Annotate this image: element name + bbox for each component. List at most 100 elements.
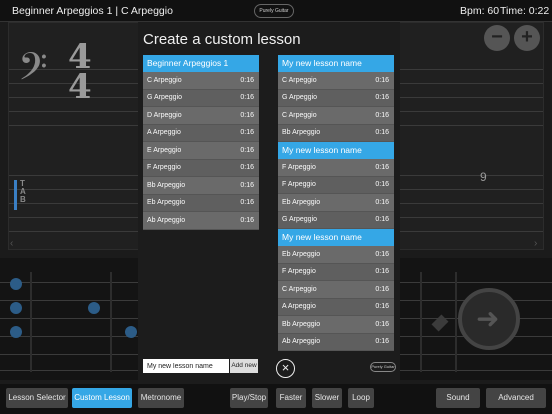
- custom-lesson-row[interactable]: F Arpeggio 0:16: [278, 159, 394, 177]
- custom-lesson-header[interactable]: My new lesson name: [278, 55, 394, 72]
- lesson-title: Beginner Arpeggios 1 | C Arpeggio: [12, 5, 173, 17]
- row-duration: 0:16: [240, 111, 254, 119]
- note-dot: [10, 302, 22, 314]
- lesson-selector-button[interactable]: Lesson Selector: [6, 388, 68, 408]
- row-duration: 0:16: [375, 320, 389, 328]
- row-duration: 0:16: [240, 129, 254, 137]
- custom-lesson-row[interactable]: Eb Arpeggio 0:16: [278, 194, 394, 212]
- time-readout: Time: 0:22: [500, 5, 550, 17]
- custom-lesson-row[interactable]: F Arpeggio 0:16: [278, 263, 394, 281]
- custom-lesson-row[interactable]: Bb Arpeggio 0:16: [278, 124, 394, 142]
- row-title: Ab Arpeggio: [147, 216, 186, 224]
- row-duration: 0:16: [375, 181, 389, 189]
- advanced-button[interactable]: Advanced: [486, 388, 546, 408]
- source-list-header: Beginner Arpeggios 1: [143, 55, 259, 72]
- row-duration: 0:16: [240, 146, 254, 154]
- source-lesson-row[interactable]: E Arpeggio 0:16: [143, 142, 259, 160]
- custom-lesson-row[interactable]: Eb Arpeggio 0:16: [278, 246, 394, 264]
- custom-lesson-row[interactable]: G Arpeggio 0:16: [278, 211, 394, 229]
- row-duration: 0:16: [375, 94, 389, 102]
- note-dot: [88, 302, 100, 314]
- time-signature: 4 4: [68, 40, 92, 107]
- row-title: D Arpeggio: [147, 111, 182, 119]
- top-bar: Beginner Arpeggios 1 | C Arpeggio Purely…: [0, 0, 552, 22]
- row-title: Bb Arpeggio: [147, 181, 186, 189]
- sound-button[interactable]: Sound: [436, 388, 480, 408]
- row-title: Bb Arpeggio: [282, 129, 321, 137]
- custom-lesson-row[interactable]: C Arpeggio 0:16: [278, 281, 394, 299]
- time-signature-bottom: 4: [68, 67, 92, 107]
- row-title: Bb Arpeggio: [282, 320, 321, 328]
- zoom-in-button[interactable]: +: [514, 25, 540, 51]
- scroll-left-icon[interactable]: ‹: [10, 238, 13, 249]
- faster-button[interactable]: Faster: [276, 388, 306, 408]
- play-stop-button[interactable]: Play/Stop: [230, 388, 268, 408]
- row-title: F Arpeggio: [282, 268, 316, 276]
- row-title: Ab Arpeggio: [282, 338, 321, 346]
- custom-lesson-row[interactable]: Ab Arpeggio 0:16: [278, 333, 394, 351]
- fret: [110, 272, 112, 372]
- row-duration: 0:16: [240, 216, 254, 224]
- tab-label: T A B: [20, 179, 26, 204]
- bass-clef-icon: 𝄢: [18, 44, 48, 98]
- row-title: F Arpeggio: [282, 181, 316, 189]
- row-duration: 0:16: [240, 94, 254, 102]
- source-lesson-list: Beginner Arpeggios 1 C Arpeggio 0:16 G Arp…: [143, 55, 259, 230]
- source-lesson-row[interactable]: F Arpeggio 0:16: [143, 159, 259, 177]
- row-title: C Arpeggio: [282, 111, 317, 119]
- close-icon[interactable]: ×: [276, 359, 295, 378]
- custom-lesson-row[interactable]: A Arpeggio 0:16: [278, 298, 394, 316]
- new-lesson-name-input[interactable]: [143, 359, 229, 373]
- note-dot: [125, 326, 137, 338]
- row-title: G Arpeggio: [282, 216, 318, 224]
- row-duration: 0:16: [240, 199, 254, 207]
- fret: [420, 272, 422, 372]
- add-new-button[interactable]: Add new: [230, 359, 258, 373]
- row-title: E Arpeggio: [147, 146, 182, 154]
- custom-lesson-row[interactable]: Bb Arpeggio 0:16: [278, 316, 394, 334]
- custom-lesson-header[interactable]: My new lesson name: [278, 229, 394, 246]
- custom-lesson-row[interactable]: G Arpeggio 0:16: [278, 89, 394, 107]
- row-duration: 0:16: [375, 303, 389, 311]
- row-duration: 0:16: [375, 285, 389, 293]
- custom-lesson-row[interactable]: C Arpeggio 0:16: [278, 72, 394, 90]
- slower-button[interactable]: Slower: [312, 388, 342, 408]
- row-duration: 0:16: [240, 76, 254, 84]
- fret: [30, 272, 32, 372]
- source-lesson-row[interactable]: Ab Arpeggio 0:16: [143, 212, 259, 230]
- row-duration: 0:16: [375, 163, 389, 171]
- source-lesson-row[interactable]: Eb Arpeggio 0:16: [143, 194, 259, 212]
- row-title: F Arpeggio: [282, 163, 316, 171]
- source-lesson-row[interactable]: Bb Arpeggio 0:16: [143, 177, 259, 195]
- tab-fret-number: 9: [480, 170, 487, 184]
- modal-title: Create a custom lesson: [143, 31, 301, 48]
- custom-lesson-list: My new lesson name C Arpeggio 0:16 G Arpegg…: [278, 55, 394, 351]
- custom-lesson-row[interactable]: C Arpeggio 0:16: [278, 107, 394, 125]
- row-duration: 0:16: [375, 338, 389, 346]
- row-duration: 0:16: [240, 164, 254, 172]
- row-title: A Arpeggio: [282, 303, 316, 311]
- custom-lesson-header[interactable]: My new lesson name: [278, 142, 394, 159]
- row-duration: 0:16: [375, 129, 389, 137]
- row-title: Eb Arpeggio: [282, 198, 321, 206]
- source-lesson-row[interactable]: D Arpeggio 0:16: [143, 107, 259, 125]
- bpm-readout: Bpm: 60: [460, 5, 500, 17]
- source-lesson-row[interactable]: A Arpeggio 0:16: [143, 124, 259, 142]
- scroll-right-icon[interactable]: ›: [534, 238, 537, 249]
- custom-lesson-row[interactable]: F Arpeggio 0:16: [278, 176, 394, 194]
- play-overlay-icon[interactable]: ➜: [458, 288, 520, 350]
- note-dot: [10, 326, 22, 338]
- row-duration: 0:16: [375, 268, 389, 276]
- metronome-button[interactable]: Metronome: [138, 388, 184, 408]
- source-lesson-row[interactable]: G Arpeggio 0:16: [143, 89, 259, 107]
- loop-button[interactable]: Loop: [348, 388, 374, 408]
- zoom-out-button[interactable]: −: [484, 25, 510, 51]
- custom-lesson-button[interactable]: Custom Lesson: [72, 388, 132, 408]
- row-duration: 0:16: [375, 111, 389, 119]
- row-duration: 0:16: [375, 216, 389, 224]
- row-duration: 0:16: [375, 76, 389, 84]
- row-title: A Arpeggio: [147, 129, 181, 137]
- source-lesson-row[interactable]: C Arpeggio 0:16: [143, 72, 259, 90]
- note-dot: [10, 278, 22, 290]
- row-title: G Arpeggio: [282, 94, 318, 102]
